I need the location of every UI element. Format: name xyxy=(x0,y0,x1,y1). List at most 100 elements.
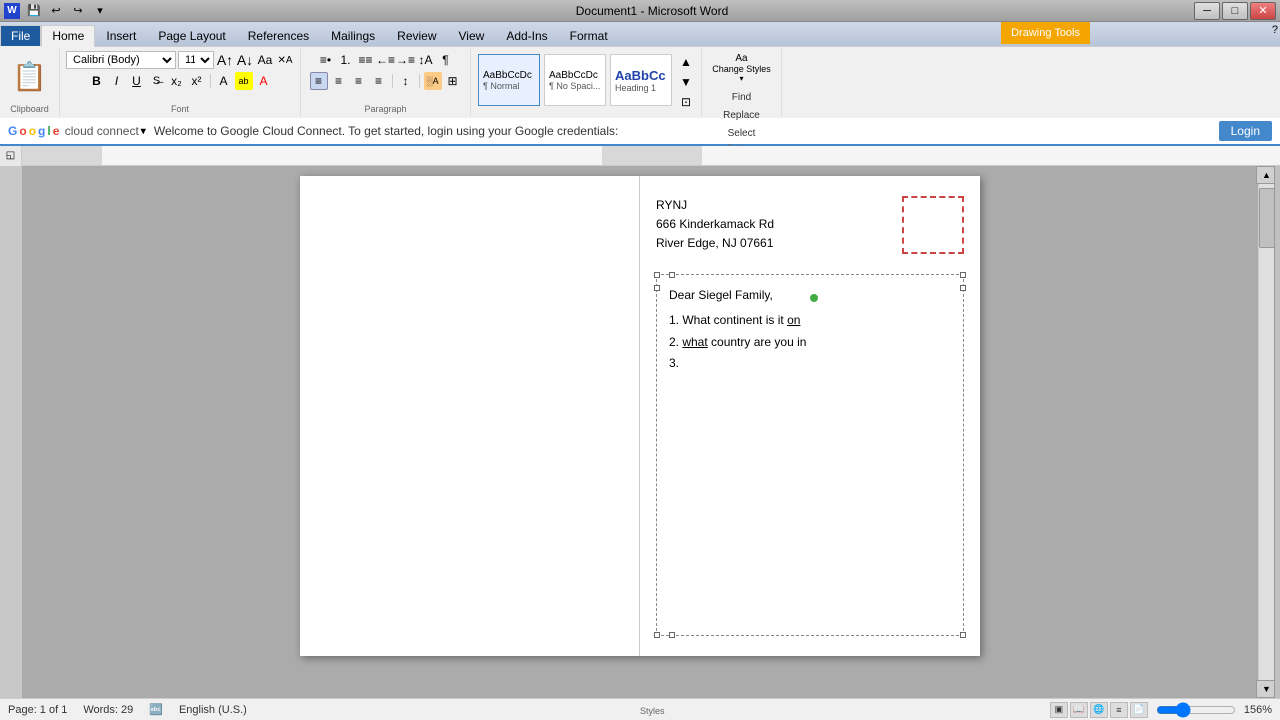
tab-review[interactable]: Review xyxy=(386,24,447,46)
dropdown-quick-btn[interactable]: ▾ xyxy=(90,3,110,19)
highlight-btn[interactable]: ab xyxy=(235,72,253,90)
spell-check-icon[interactable]: 🔤 xyxy=(149,703,163,716)
align-left-btn[interactable]: ≡ xyxy=(310,72,328,90)
letter-salutation: Dear Siegel Family, xyxy=(669,285,951,307)
style-no-spacing[interactable]: AaBbCcDc ¶ No Spaci... xyxy=(544,54,606,106)
word-icon: W xyxy=(4,3,20,19)
paragraph-label: Paragraph xyxy=(364,102,406,114)
bold-button[interactable]: B xyxy=(88,72,106,90)
superscript-btn[interactable]: x² xyxy=(188,72,206,90)
ribbon-tabs: File Home Insert Page Layout References … xyxy=(0,22,1280,46)
maximize-button[interactable]: □ xyxy=(1222,2,1248,20)
handle-ml xyxy=(654,285,660,291)
redo-quick-btn[interactable]: ↪ xyxy=(68,3,88,19)
underline-button[interactable]: U xyxy=(128,72,146,90)
styles-group: AaBbCcDc ¶ Normal AaBbCcDc ¶ No Spaci...… xyxy=(471,49,702,116)
replace-button[interactable]: Replace xyxy=(719,107,764,123)
sort-btn[interactable]: ↕A xyxy=(417,51,435,69)
text-effect-btn[interactable]: A xyxy=(215,72,233,90)
font-size-select[interactable]: 11 xyxy=(178,51,214,69)
zoom-slider[interactable] xyxy=(1156,702,1236,718)
decrease-indent-btn[interactable]: ←≡ xyxy=(377,51,395,69)
clear-format-btn[interactable]: ✕A xyxy=(276,51,294,69)
gcc-bar: Google cloud connect ▾ Welcome to Google… xyxy=(0,118,1280,146)
save-quick-btn[interactable]: 💾 xyxy=(24,3,44,19)
scroll-thumb[interactable] xyxy=(1259,188,1275,248)
style-heading1[interactable]: AaBbCc Heading 1 xyxy=(610,54,672,106)
tab-add-ins[interactable]: Add-Ins xyxy=(495,24,558,46)
outline-btn[interactable]: ≡ xyxy=(1110,702,1128,718)
tab-references[interactable]: References xyxy=(237,24,320,46)
style-normal[interactable]: AaBbCcDc ¶ Normal xyxy=(478,54,540,106)
handle-br xyxy=(960,632,966,638)
web-layout-btn[interactable]: 🌐 xyxy=(1090,702,1108,718)
language: English (U.S.) xyxy=(179,704,247,716)
font-color-btn[interactable]: A xyxy=(255,72,273,90)
stamp-box xyxy=(902,196,964,254)
font-label: Font xyxy=(171,102,189,114)
google-o1: o xyxy=(19,124,26,138)
style-down-btn[interactable]: ▼ xyxy=(677,73,695,91)
numbering-btn[interactable]: 1. xyxy=(337,51,355,69)
print-layout-btn[interactable]: ▣ xyxy=(1050,702,1068,718)
line-spacing-btn[interactable]: ↕ xyxy=(397,72,415,90)
style-more-btn[interactable]: ⊡ xyxy=(677,93,695,111)
align-center-btn[interactable]: ≡ xyxy=(330,72,348,90)
gcc-login-button[interactable]: Login xyxy=(1219,121,1272,141)
style-up-btn[interactable]: ▲ xyxy=(677,53,695,71)
tab-mailings[interactable]: Mailings xyxy=(320,24,386,46)
show-marks-btn[interactable]: ¶ xyxy=(437,51,455,69)
font-row2: B I U S̶ x₂ x² A ab A xyxy=(88,72,273,90)
list-item-2: 2. what country are you in xyxy=(669,332,951,354)
tab-home[interactable]: Home xyxy=(41,25,95,47)
close-button[interactable]: ✕ xyxy=(1250,2,1276,20)
font-shrink-btn[interactable]: A↓ xyxy=(236,51,254,69)
drawing-tools-tab[interactable]: Drawing Tools xyxy=(1001,22,1090,44)
italic-button[interactable]: I xyxy=(108,72,126,90)
ruler-toggle-btn[interactable]: ◱ xyxy=(0,146,22,166)
letter-text-box[interactable]: Dear Siegel Family, 1. What continent is… xyxy=(656,274,964,636)
tab-insert[interactable]: Insert xyxy=(95,24,147,46)
para-row1: ≡• 1. ≡≡ ←≡ →≡ ↕A ¶ xyxy=(317,51,455,69)
help-btn[interactable]: ? xyxy=(1272,24,1278,36)
font-grow-btn[interactable]: A↑ xyxy=(216,51,234,69)
styles-arrows: ▲ ▼ ⊡ xyxy=(677,53,695,111)
change-styles-btn[interactable]: Aa Change Styles ▾ xyxy=(710,51,773,85)
tab-page-layout[interactable]: Page Layout xyxy=(147,24,236,46)
handle-tr xyxy=(960,272,966,278)
gcc-dropdown-arrow[interactable]: ▾ xyxy=(141,126,146,137)
multilevel-btn[interactable]: ≡≡ xyxy=(357,51,375,69)
google-l: l xyxy=(47,124,50,138)
tab-view[interactable]: View xyxy=(448,24,496,46)
full-reading-btn[interactable]: 📖 xyxy=(1070,702,1088,718)
bullets-btn[interactable]: ≡• xyxy=(317,51,335,69)
undo-quick-btn[interactable]: ↩ xyxy=(46,3,66,19)
shading-btn[interactable]: ░A xyxy=(424,72,442,90)
tab-format[interactable]: Format xyxy=(559,24,619,46)
word-count: Words: 29 xyxy=(83,704,133,716)
increase-indent-btn[interactable]: →≡ xyxy=(397,51,415,69)
change-case-btn[interactable]: Aa xyxy=(256,51,274,69)
minimize-button[interactable]: ─ xyxy=(1194,2,1220,20)
handle-bl xyxy=(654,632,660,638)
find-button[interactable]: Find xyxy=(719,89,764,105)
page-info: Page: 1 of 1 xyxy=(8,704,67,716)
align-right-btn[interactable]: ≡ xyxy=(350,72,368,90)
justify-btn[interactable]: ≡ xyxy=(370,72,388,90)
handle-tl xyxy=(654,272,660,278)
ribbon-content: 📋 Clipboard Calibri (Body) 11 A↑ A↓ Aa ✕… xyxy=(0,46,1280,118)
main-area: RYNJ 666 Kinderkamack Rd River Edge, NJ … xyxy=(0,166,1280,698)
subscript-btn[interactable]: x₂ xyxy=(168,72,186,90)
letter-content: Dear Siegel Family, 1. What continent is… xyxy=(669,285,951,375)
strikethrough-btn[interactable]: S̶ xyxy=(148,72,166,90)
underline-what: what xyxy=(682,335,707,349)
handle-mr xyxy=(960,285,966,291)
clipboard-group: 📋 Clipboard xyxy=(0,49,60,116)
paste-button[interactable]: 📋 xyxy=(8,51,51,102)
font-family-select[interactable]: Calibri (Body) xyxy=(66,51,176,69)
tab-file[interactable]: File xyxy=(0,25,41,47)
draft-btn[interactable]: 📄 xyxy=(1130,702,1148,718)
title-bar: W 💾 ↩ ↪ ▾ Document1 - Microsoft Word ─ □… xyxy=(0,0,1280,22)
paragraph-group: ≡• 1. ≡≡ ←≡ →≡ ↕A ¶ ≡ ≡ ≡ ≡ ↕ ░A ⊞ Parag… xyxy=(301,49,471,116)
borders-btn[interactable]: ⊞ xyxy=(444,72,462,90)
